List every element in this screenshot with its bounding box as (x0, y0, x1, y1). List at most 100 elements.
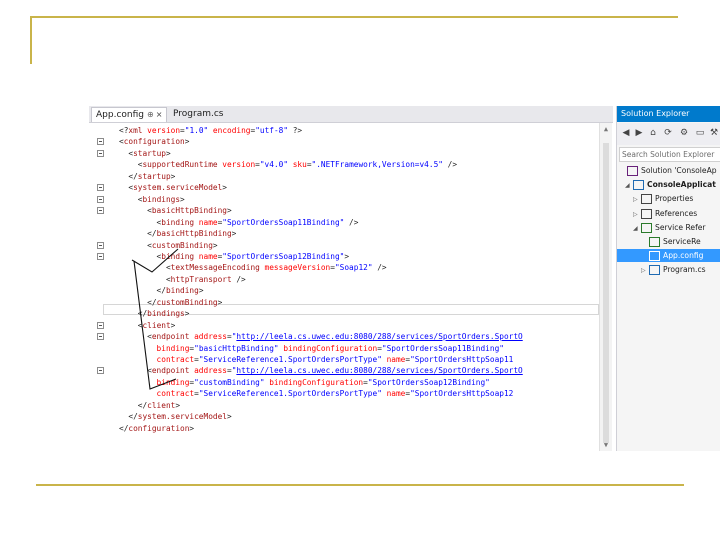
code-token: "SportOrdersSoap12Binding" (367, 377, 490, 387)
fold-toggle-icon[interactable] (97, 252, 104, 260)
code-line[interactable]: <supportedRuntime version="v4.0" sku=".N… (119, 159, 457, 170)
code-line[interactable]: </customBinding> (119, 297, 222, 308)
tree-item-label: Program.cs (663, 265, 706, 275)
scrollbar-thumb[interactable] (603, 143, 609, 443)
code-line[interactable]: binding="basicHttpBinding" bindingConfig… (119, 343, 504, 354)
code-line[interactable]: <system.serviceModel> (119, 182, 227, 193)
code-token: name (381, 389, 406, 399)
tree-item-config[interactable]: App.config (617, 249, 720, 263)
code-token: /> (344, 217, 359, 227)
fold-toggle-icon[interactable] (97, 241, 104, 249)
code-line[interactable]: <bindings> (119, 194, 185, 205)
tree-item-proj[interactable]: ◢ ConsoleApplicat (617, 178, 720, 191)
code-token: > (226, 412, 232, 422)
code-token: endpoint (151, 332, 190, 342)
editor-gutter (89, 123, 103, 451)
code-line[interactable]: <client> (119, 320, 176, 331)
refresh-icon[interactable]: ⚙ (679, 128, 689, 138)
expand-arrow-icon[interactable]: ▷ (633, 208, 641, 221)
code-line[interactable]: <basicHttpBinding> (119, 205, 232, 216)
code-token: "utf-8" (255, 126, 289, 135)
code-line[interactable]: contract="ServiceReference1.SportOrdersP… (119, 354, 514, 365)
code-line[interactable]: </system.serviceModel> (119, 411, 232, 422)
code-token: bindings (147, 309, 185, 319)
svc-icon (641, 222, 652, 233)
code-token: > (170, 320, 176, 330)
code-editor[interactable]: App.config ⊕ × Program.cs <?xml version="1… (89, 106, 613, 451)
code-token: basicHttpBinding (156, 229, 232, 239)
code-line[interactable]: </client> (119, 400, 180, 411)
code-line[interactable]: </configuration> (119, 423, 194, 434)
code-token: basicHttpBinding (151, 206, 227, 216)
code-line[interactable]: <binding name="SportOrdersSoap12Binding"… (119, 251, 350, 262)
fold-toggle-icon[interactable] (97, 367, 104, 375)
close-tab-icon[interactable]: × (156, 110, 163, 119)
code-line[interactable]: <binding name="SportOrdersSoap11Binding"… (119, 217, 359, 228)
code-line[interactable]: <?xml version="1.0" encoding="utf-8" ?> (119, 125, 302, 136)
code-token: system.serviceModel (137, 412, 227, 422)
code-token: </ (119, 286, 166, 296)
forward-icon[interactable]: ▶ (634, 128, 644, 138)
fold-toggle-icon[interactable] (97, 207, 104, 215)
fold-toggle-icon[interactable] (97, 195, 104, 203)
tree-item-label: Properties (655, 194, 694, 204)
fold-toggle-icon[interactable] (97, 138, 104, 146)
code-token: < (119, 251, 162, 261)
code-area[interactable]: <?xml version="1.0" encoding="utf-8" ?> <… (103, 123, 599, 451)
fold-toggle-icon[interactable] (97, 321, 104, 329)
code-token: < (119, 206, 152, 216)
back-icon[interactable]: ◀ (621, 128, 631, 138)
code-line[interactable]: <startup> (119, 148, 170, 159)
fold-toggle-icon[interactable] (97, 149, 104, 157)
tree-item-svcitem[interactable]: ServiceRe (617, 235, 720, 248)
code-line[interactable]: contract="ServiceReference1.SportOrdersP… (119, 388, 514, 399)
tab-app-config[interactable]: App.config ⊕ × (91, 107, 168, 122)
scroll-up-icon[interactable]: ▲ (602, 125, 610, 133)
code-token: </ (119, 171, 138, 181)
tree-item-label: References (655, 208, 698, 218)
code-line[interactable]: <httpTransport /> (119, 274, 246, 285)
fold-toggle-icon[interactable] (97, 333, 104, 341)
code-token: name (194, 217, 218, 227)
expand-arrow-icon[interactable]: ▷ (641, 264, 649, 277)
tree-item-cs[interactable]: ▷ Program.cs (617, 263, 720, 276)
vertical-scrollbar[interactable]: ▲ ▼ (599, 123, 612, 451)
code-line[interactable]: <configuration> (119, 136, 189, 147)
code-token: "customBinding" (194, 377, 265, 387)
tree-item-sln[interactable]: Solution 'ConsoleAp (617, 164, 720, 177)
fold-toggle-icon[interactable] (97, 184, 104, 192)
code-line[interactable]: </basicHttpBinding> (119, 228, 236, 239)
collapse-icon[interactable]: ▭ (695, 128, 705, 138)
code-line[interactable]: </startup> (119, 171, 175, 182)
tab-program-cs[interactable]: Program.cs (169, 107, 227, 121)
code-line[interactable]: </bindings> (119, 308, 190, 319)
code-token: http://leela.cs.uwec.edu:8080/288/servic… (236, 332, 523, 342)
expand-arrow-icon[interactable]: ◢ (625, 179, 633, 192)
scroll-down-icon[interactable]: ▼ (602, 441, 610, 449)
sync-icon[interactable]: ⟳ (663, 128, 673, 138)
expand-arrow-icon[interactable]: ▷ (633, 193, 641, 206)
expand-arrow-icon[interactable]: ◢ (633, 222, 641, 235)
code-token: contract (119, 389, 195, 399)
solution-explorer-toolbar: ◀ ▶ ⌂ ⟳ ⚙ ▭ ⚒ (617, 123, 720, 145)
code-line[interactable]: </binding> (119, 285, 204, 296)
pin-icon[interactable]: ⊕ (147, 110, 154, 119)
tree-item-label: ConsoleApplicat (647, 180, 716, 190)
code-line[interactable]: <endpoint address="http://leela.cs.uwec.… (119, 365, 523, 376)
code-token: encoding (208, 126, 251, 135)
code-line[interactable]: binding="customBinding" bindingConfigura… (119, 377, 490, 388)
tree-item-ref[interactable]: ▷ References (617, 207, 720, 220)
tree-item-prop[interactable]: ▷ Properties (617, 192, 720, 205)
code-line[interactable]: <endpoint address="http://leela.cs.uwec.… (119, 331, 523, 342)
code-token: contract (119, 355, 195, 364)
code-token: xml (128, 126, 143, 135)
tree-item-label: ServiceRe (663, 237, 701, 246)
code-line[interactable]: <textMessageEncoding messageVersion="Soa… (119, 262, 387, 273)
tree-item-svc[interactable]: ◢ Service Refer (617, 221, 720, 234)
code-token: startup (133, 148, 166, 158)
code-token: > (184, 137, 190, 147)
search-solution-explorer-input[interactable]: Search Solution Explorer (619, 147, 720, 162)
code-line[interactable]: <customBinding> (119, 240, 217, 251)
home-icon[interactable]: ⌂ (648, 128, 658, 138)
settings-icon[interactable]: ⚒ (709, 128, 719, 138)
